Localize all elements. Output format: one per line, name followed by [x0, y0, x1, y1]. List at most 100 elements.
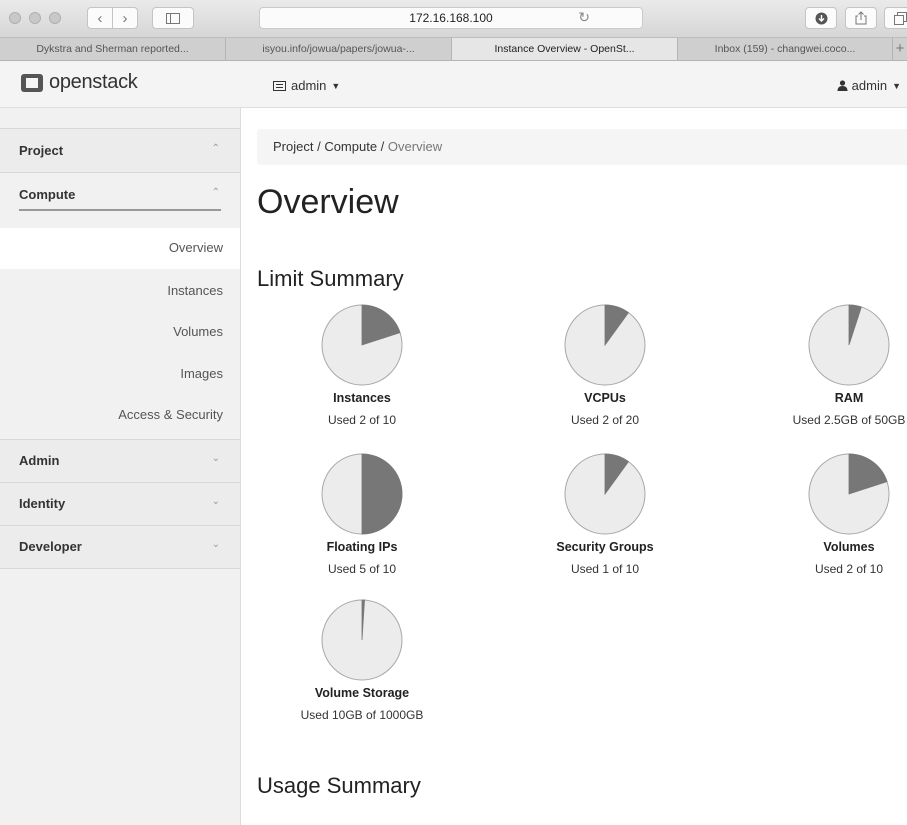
share-button[interactable]	[845, 7, 877, 29]
download-icon	[815, 12, 827, 24]
sidebar-icon	[166, 12, 180, 24]
chart-usage-label: Used 10GB of 1000GB	[300, 708, 424, 722]
chevron-down-icon: ⌄	[211, 539, 220, 550]
user-dropdown[interactable]: admin ▼	[837, 78, 901, 93]
page-title: Overview	[257, 183, 399, 221]
chart-title: Security Groups	[556, 540, 654, 554]
pie-svg	[808, 304, 890, 386]
chart-title: Instances	[333, 391, 391, 405]
sidebar-toggle-button[interactable]	[152, 7, 194, 29]
pie-chart-volumes: Volumes Used 2 of 10	[749, 452, 907, 592]
chart-title: Volumes	[823, 540, 875, 554]
chevron-down-icon: ⌄	[211, 453, 220, 464]
breadcrumb-current: Overview	[387, 139, 443, 154]
breadcrumb-separator: /	[377, 139, 388, 154]
back-button[interactable]: ‹	[87, 7, 113, 29]
pie-svg	[564, 304, 646, 386]
chevron-left-icon: ‹	[97, 9, 103, 27]
openstack-logo[interactable]: openstack	[21, 71, 138, 94]
pie-chart-security-groups: Security Groups Used 1 of 10	[505, 452, 705, 592]
user-icon	[837, 80, 848, 91]
chart-usage-label: Used 2 of 10	[327, 413, 397, 427]
tabs-icon	[893, 11, 907, 25]
pie-chart-ram: RAM Used 2.5GB of 50GB	[749, 303, 907, 443]
chevron-down-icon: ⌄	[211, 496, 220, 507]
sidebar-item-volumes[interactable]: Volumes	[0, 312, 240, 353]
address-bar[interactable]: 172.16.168.100 ↻	[259, 7, 643, 29]
zoom-window-button[interactable]	[49, 12, 61, 24]
breadcrumb-compute[interactable]: Compute	[324, 139, 377, 154]
breadcrumb: Project / Compute / Overview	[257, 129, 907, 165]
project-label: admin	[291, 78, 327, 93]
logo-text: openstack	[49, 71, 138, 93]
sidebar-item-label: Volumes	[173, 324, 223, 339]
pie-chart-floating-ips: Floating IPs Used 5 of 10	[262, 452, 462, 592]
panel-label: Identity	[19, 496, 66, 511]
browser-tab[interactable]: Dykstra and Sherman reported...	[0, 38, 226, 60]
pie-svg	[808, 453, 890, 535]
sidebar-item-instances[interactable]: Instances	[0, 271, 240, 312]
reload-icon[interactable]: ↻	[578, 9, 590, 26]
chart-usage-label: Used 2.5GB of 50GB	[792, 413, 906, 427]
caret-down-icon: ▼	[892, 80, 901, 91]
panel-label: Developer	[19, 539, 82, 554]
sidebar-item-images[interactable]: Images	[0, 354, 240, 395]
chart-title: Floating IPs	[326, 540, 398, 554]
chart-title: Volume Storage	[314, 686, 410, 700]
chart-title: RAM	[834, 391, 864, 405]
user-label: admin	[851, 78, 888, 93]
chart-title: VCPUs	[584, 391, 626, 405]
pie-svg	[564, 453, 646, 535]
chevron-up-icon: ⌃	[211, 143, 220, 154]
chevron-right-icon: ›	[122, 9, 128, 27]
panel-underline	[19, 209, 221, 211]
sidebar-item-access-security[interactable]: Access & Security	[0, 395, 240, 436]
sidebar-panel-identity[interactable]: Identity ⌄	[0, 482, 240, 525]
pie-chart-volume-storage: Volume Storage Used 10GB of 1000GB	[262, 598, 462, 738]
browser-tab[interactable]: Inbox (159) - changwei.coco...	[678, 38, 893, 60]
sidebar-item-label: Overview	[168, 240, 223, 255]
pie-svg	[321, 599, 403, 681]
chart-usage-label: Used 2 of 10	[814, 562, 884, 576]
chart-usage-label: Used 1 of 10	[570, 562, 640, 576]
breadcrumb-separator: /	[313, 139, 325, 154]
pie-chart-vcpus: VCPUs Used 2 of 20	[505, 303, 705, 443]
project-icon	[273, 80, 286, 91]
minimize-window-button[interactable]	[29, 12, 41, 24]
pie-chart-instances: Instances Used 2 of 10	[262, 303, 462, 443]
forward-button[interactable]: ›	[112, 7, 138, 29]
sidebar-panel-admin[interactable]: Admin ⌄	[0, 439, 240, 482]
sidebar-item-label: Instances	[167, 283, 223, 298]
panel-label: Project	[19, 143, 64, 158]
downloads-button[interactable]	[805, 7, 837, 29]
openstack-logo-icon	[21, 73, 43, 92]
chart-usage-label: Used 5 of 10	[327, 562, 397, 576]
browser-tab-active[interactable]: Instance Overview - OpenSt...	[452, 38, 678, 60]
new-tab-button[interactable]: +	[893, 38, 907, 60]
project-dropdown[interactable]: admin ▼	[273, 78, 340, 93]
pie-used-slice	[361, 453, 403, 535]
browser-toolbar: ‹ › 172.16.168.100 ↻	[0, 0, 907, 38]
close-window-button[interactable]	[9, 12, 21, 24]
panel-label: Admin	[19, 453, 60, 468]
chevron-up-icon: ⌃	[211, 187, 220, 198]
share-icon	[855, 11, 867, 25]
breadcrumb-project[interactable]: Project	[273, 139, 313, 154]
sidebar-item-label: Access & Security	[118, 407, 223, 422]
limit-summary-heading: Limit Summary	[257, 266, 404, 291]
caret-down-icon: ▼	[331, 80, 341, 91]
browser-tab[interactable]: isyou.info/jowua/papers/jowua-...	[226, 38, 452, 60]
sidebar-panel-project[interactable]: Project ⌃	[0, 128, 240, 172]
sidebar-item-overview[interactable]: Overview	[0, 228, 240, 269]
pie-svg	[321, 304, 403, 386]
sidebar-panel-developer[interactable]: Developer ⌄	[0, 525, 240, 569]
tabs-overview-button[interactable]	[884, 7, 907, 29]
tab-strip: Dykstra and Sherman reported... isyou.in…	[0, 38, 907, 61]
sidebar-panel-compute[interactable]: Compute ⌃	[0, 172, 240, 216]
usage-summary-heading: Usage Summary	[257, 773, 421, 798]
pie-svg	[321, 453, 403, 535]
sidebar: Project ⌃ Compute ⌃ Overview Instances V…	[0, 108, 241, 825]
top-navbar: openstack admin ▼ admin ▼	[0, 61, 907, 108]
panel-label: Compute	[19, 187, 76, 202]
chart-usage-label: Used 2 of 20	[570, 413, 640, 427]
